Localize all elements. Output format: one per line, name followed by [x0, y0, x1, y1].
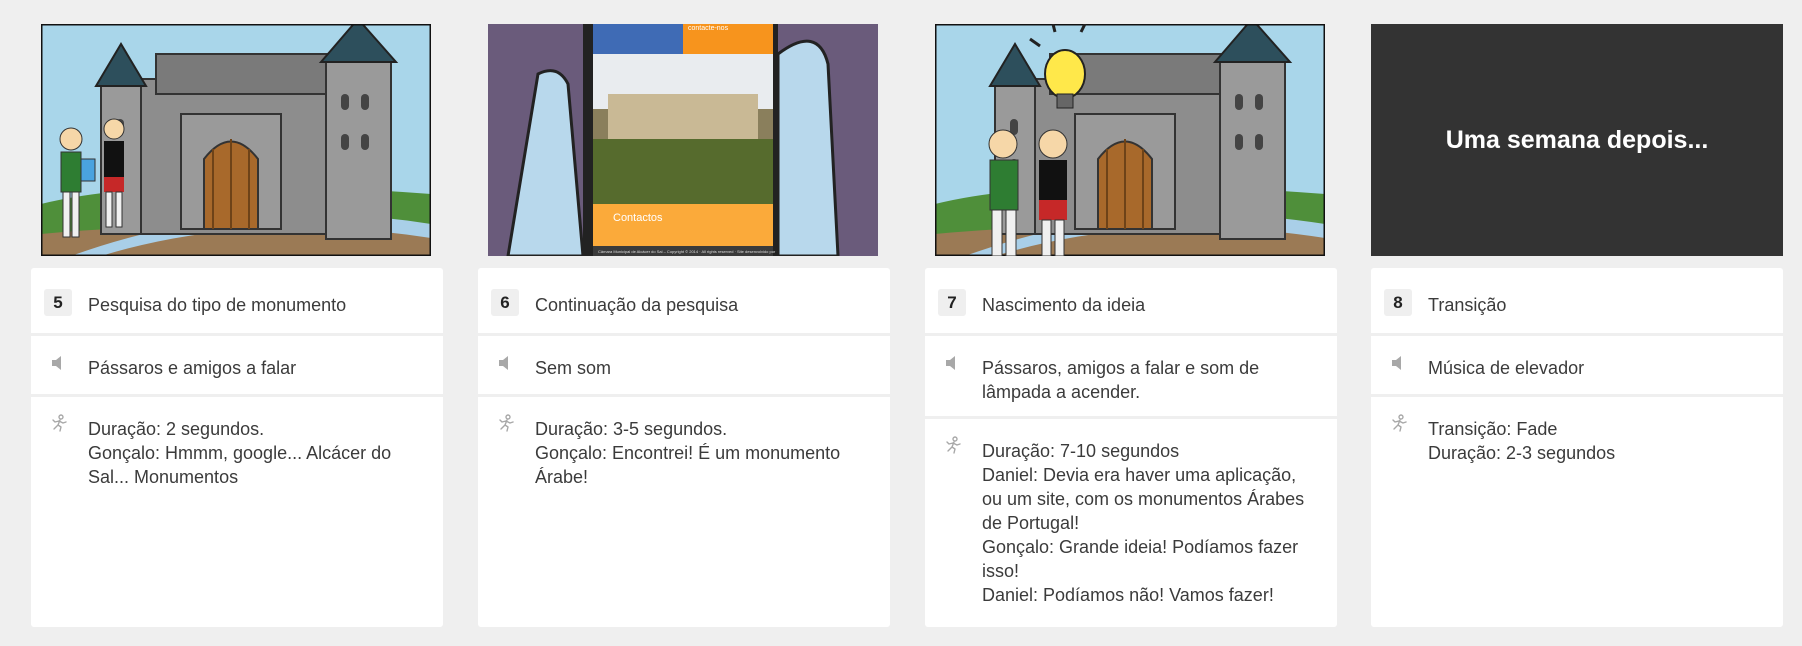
scene-title[interactable]: Continuação da pesquisa [535, 295, 738, 316]
phone-footer-text: Câmara Municipal de Alcácer do Sal – Cop… [598, 249, 797, 254]
phone-section-label: Contactos [613, 212, 663, 224]
scene-image[interactable]: contacte-nos Contactos Câmara Municipal … [478, 0, 890, 256]
scene-number: 7 [938, 289, 966, 316]
scene-card: 6 Continuação da pesquisa Sem som Duraçã… [478, 268, 890, 627]
castle-illustration [41, 24, 431, 256]
running-figure-icon [1390, 414, 1408, 432]
scene-card: 7 Nascimento da ideia Pássaros, amigos a… [925, 268, 1337, 627]
action-text[interactable]: Duração: 7-10 segundos Daniel: Devia era… [982, 439, 1317, 607]
scene-image[interactable] [925, 0, 1337, 256]
scene-5: 5 Pesquisa do tipo de monumento Pássaros… [31, 0, 443, 627]
sound-row: Pássaros e amigos a falar [31, 336, 443, 397]
scene-title-row: 7 Nascimento da ideia [925, 268, 1337, 336]
sound-text[interactable]: Pássaros e amigos a falar [88, 356, 423, 380]
sound-row: Sem som [478, 336, 890, 397]
sound-text[interactable]: Pássaros, amigos a falar e som de lâmpad… [982, 356, 1317, 404]
phone-header-text: contacte-nos [688, 25, 729, 32]
scene-7: 7 Nascimento da ideia Pássaros, amigos a… [925, 0, 1337, 627]
scene-title-row: 5 Pesquisa do tipo de monumento [31, 268, 443, 336]
action-text[interactable]: Transição: Fade Duração: 2-3 segundos [1428, 417, 1763, 465]
transition-caption: Uma semana depois... [1445, 125, 1709, 154]
scene-image[interactable]: Uma semana depois... [1371, 0, 1783, 256]
action-text[interactable]: Duração: 2 segundos. Gonçalo: Hmmm, goog… [88, 417, 423, 489]
speaker-icon [497, 354, 515, 372]
scene-card: 5 Pesquisa do tipo de monumento Pássaros… [31, 268, 443, 627]
scene-title[interactable]: Nascimento da ideia [982, 295, 1145, 316]
scene-title-row: 6 Continuação da pesquisa [478, 268, 890, 336]
scene-image[interactable] [31, 0, 443, 256]
scene-6: contacte-nos Contactos Câmara Municipal … [478, 0, 890, 627]
speaker-icon [50, 354, 68, 372]
running-figure-icon [50, 414, 68, 432]
scene-title-row: 8 Transição [1371, 268, 1783, 336]
scene-8: Uma semana depois... 8 Transição Música … [1371, 0, 1783, 627]
scene-number: 8 [1384, 289, 1412, 316]
scene-title[interactable]: Pesquisa do tipo de monumento [88, 295, 346, 316]
sound-text[interactable]: Música de elevador [1428, 356, 1763, 380]
speaker-icon [944, 354, 962, 372]
sound-text[interactable]: Sem som [535, 356, 870, 380]
running-figure-icon [944, 436, 962, 454]
scene-title[interactable]: Transição [1428, 295, 1506, 316]
scene-number: 5 [44, 289, 72, 316]
sound-row: Pássaros, amigos a falar e som de lâmpad… [925, 336, 1337, 419]
sound-row: Música de elevador [1371, 336, 1783, 397]
phone-illustration: contacte-nos Contactos Câmara Municipal … [488, 24, 878, 256]
running-figure-icon [497, 414, 515, 432]
action-text[interactable]: Duração: 3-5 segundos. Gonçalo: Encontre… [535, 417, 870, 489]
scene-card: 8 Transição Música de elevador Transição… [1371, 268, 1783, 627]
scene-number: 6 [491, 289, 519, 316]
idea-illustration [935, 24, 1325, 256]
speaker-icon [1390, 354, 1408, 372]
transition-panel: Uma semana depois... [1371, 24, 1783, 256]
